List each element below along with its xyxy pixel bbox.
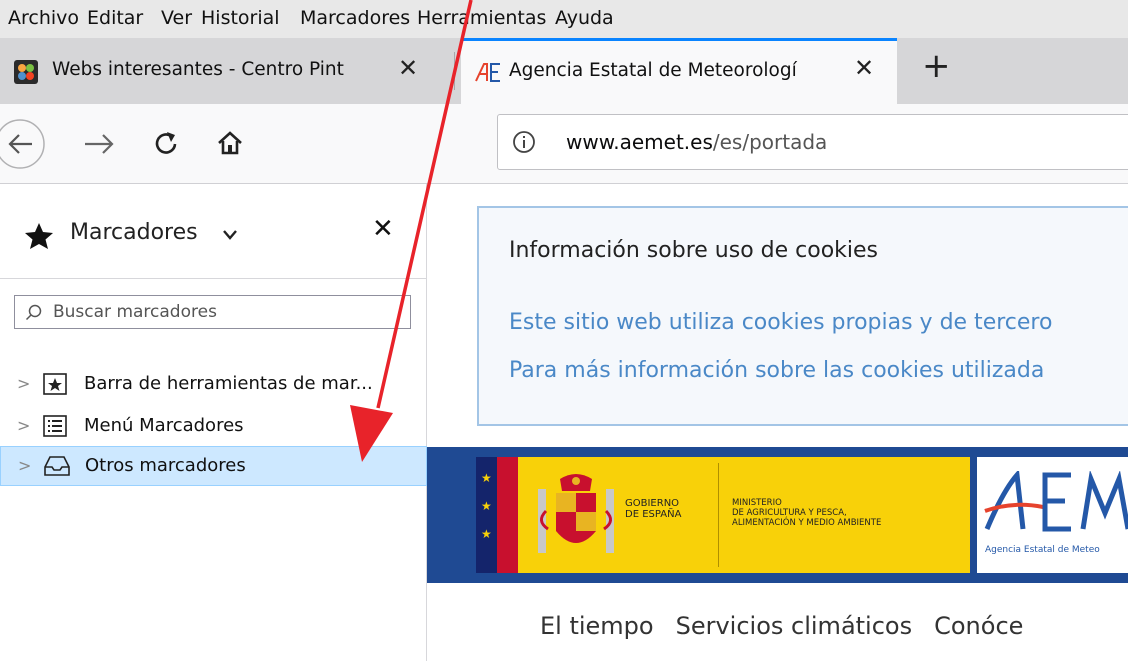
forward-button-icon[interactable] — [82, 132, 118, 156]
tree-item-toolbar-bookmarks[interactable]: > Barra de herramientas de mar... — [0, 365, 427, 405]
aemet-caption: Agencia Estatal de Meteo — [985, 545, 1100, 555]
logo-divider — [718, 463, 719, 567]
eu-flag-strip: ★ ★ ★ — [476, 457, 518, 573]
site-info-icon[interactable] — [512, 130, 536, 154]
cookie-text-2[interactable]: Para más información sobre las cookies u… — [509, 358, 1044, 383]
new-tab-button[interactable]: + — [922, 46, 951, 86]
tab-strip: Webs interesantes - Centro Pint ✕ Agenci… — [0, 38, 1128, 104]
star-icon — [25, 223, 53, 249]
close-tab-icon[interactable]: ✕ — [854, 54, 874, 82]
menu-ayuda[interactable]: Ayuda — [555, 7, 614, 29]
tab-aemet[interactable]: Agencia Estatal de Meteorologí ✕ — [461, 38, 897, 104]
tree-item-other-bookmarks[interactable]: > Otros marcadores — [0, 446, 427, 486]
back-button-icon[interactable] — [0, 118, 46, 170]
favicon-aemet-icon — [475, 63, 500, 82]
menu-historial[interactable]: Historial — [201, 7, 280, 29]
sidebar-header: Marcadores ✕ — [0, 184, 426, 279]
tab-webs-interesantes[interactable]: Webs interesantes - Centro Pint ✕ — [0, 38, 454, 104]
menu-herramientas[interactable]: Herramientas — [417, 7, 546, 29]
chevron-right-icon[interactable]: > — [17, 416, 30, 435]
favicon-joomla-icon — [14, 60, 38, 84]
site-nav: El tiempo Servicios climáticos Conóce — [540, 612, 1045, 640]
nav-conocenos[interactable]: Conóce — [934, 612, 1023, 640]
aemet-header-banner: ★ ★ ★ GOBIERNO DE ESPAÑA MINISTERIO DE AGR… — [427, 447, 1128, 583]
cookie-title: Información sobre uso de cookies — [509, 238, 879, 263]
menu-editar[interactable]: Editar — [87, 7, 143, 29]
cookie-notice: Información sobre uso de cookies Este si… — [477, 206, 1128, 426]
gobierno-text: GOBIERNO DE ESPAÑA — [625, 498, 682, 520]
search-icon — [25, 304, 42, 321]
menu-archivo[interactable]: Archivo — [8, 7, 79, 29]
tab-title: Agencia Estatal de Meteorologí — [509, 60, 797, 81]
menu-ver[interactable]: Ver — [161, 7, 192, 29]
url-path: /es/portada — [712, 130, 828, 154]
other-bookmarks-icon — [44, 456, 70, 476]
chevron-right-icon[interactable]: > — [17, 374, 30, 393]
bookmarks-menu-icon — [43, 415, 67, 437]
home-icon[interactable] — [215, 128, 245, 158]
cookie-text-1: Este sitio web utiliza cookies propias y… — [509, 310, 1053, 335]
tree-item-label: Otros marcadores — [85, 455, 246, 476]
menu-bar: Archivo Editar Ver Historial Marcadores … — [0, 0, 1128, 38]
tab-separator — [454, 52, 455, 90]
bookmark-search-field[interactable] — [14, 295, 411, 329]
navigation-toolbar: www.aemet.es/es/portada — [0, 104, 1128, 184]
government-logo-block: ★ ★ ★ GOBIERNO DE ESPAÑA MINISTERIO DE AGR… — [476, 457, 970, 573]
nav-servicios-climaticos[interactable]: Servicios climáticos — [676, 612, 913, 640]
tree-item-label: Menú Marcadores — [84, 415, 244, 436]
web-content: Información sobre uso de cookies Este si… — [427, 184, 1128, 661]
url-bar[interactable]: www.aemet.es/es/portada — [497, 114, 1128, 170]
aemet-logo[interactable]: Agencia Estatal de Meteo — [977, 457, 1128, 573]
bookmarks-toolbar-icon — [43, 373, 67, 395]
tree-item-label: Barra de herramientas de mar... — [84, 373, 373, 394]
url-text: www.aemet.es/es/portada — [566, 130, 827, 154]
sidebar-title[interactable]: Marcadores — [70, 220, 198, 245]
menu-marcadores[interactable]: Marcadores — [300, 7, 410, 29]
ministerio-text: MINISTERIO DE AGRICULTURA Y PESCA, ALIMENT… — [732, 498, 882, 528]
chevron-right-icon[interactable]: > — [18, 456, 31, 475]
search-input[interactable] — [53, 300, 393, 324]
coat-of-arms-icon — [538, 474, 614, 553]
close-tab-icon[interactable]: ✕ — [398, 54, 418, 82]
bookmarks-sidebar: Marcadores ✕ > Barra de herramientas de … — [0, 184, 427, 661]
tab-title: Webs interesantes - Centro Pint — [52, 59, 344, 80]
url-domain: www.aemet.es — [566, 130, 713, 154]
aemet-logo-icon — [984, 471, 1128, 532]
reload-icon[interactable] — [151, 129, 181, 159]
tree-item-bookmarks-menu[interactable]: > Menú Marcadores — [0, 407, 427, 447]
chevron-down-icon[interactable] — [222, 229, 238, 241]
nav-el-tiempo[interactable]: El tiempo — [540, 612, 654, 640]
close-sidebar-icon[interactable]: ✕ — [372, 214, 394, 244]
